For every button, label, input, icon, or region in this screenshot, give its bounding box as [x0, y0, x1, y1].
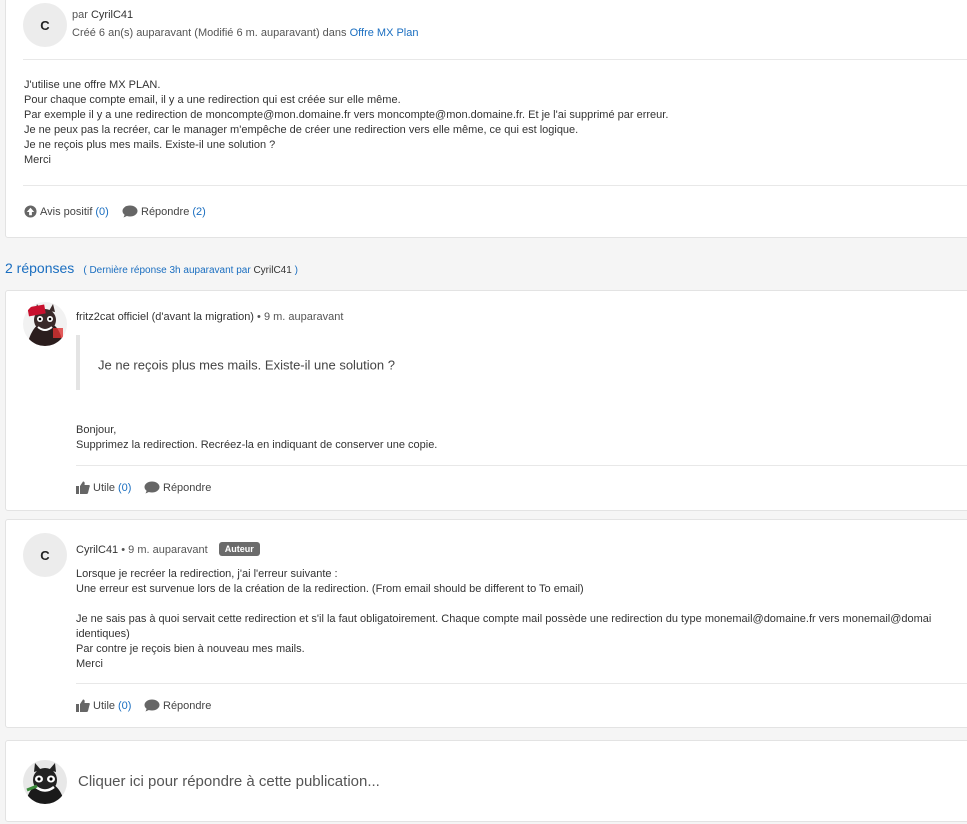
reply-button[interactable]: Répondre	[144, 699, 211, 712]
comment-icon	[144, 481, 160, 494]
last-reply-suffix: )	[294, 265, 298, 276]
avis-count[interactable]: (0)	[95, 206, 108, 218]
original-post-card: C par CyrilC41 Créé 6 an(s) auparavant (…	[5, 0, 967, 238]
reply-card: fritz2cat officiel (d'avant la migration…	[5, 290, 967, 511]
reply-byline: CyrilC41 • 9 m. auparavant Auteur	[76, 542, 260, 556]
replies-header: 2 réponses ( Dernière réponse 3h auparav…	[5, 260, 298, 276]
reply-button[interactable]: Répondre (2)	[122, 205, 206, 218]
replies-count: 2 réponses	[5, 260, 75, 276]
thumbs-up-icon	[76, 481, 90, 494]
last-reply-info: ( Dernière réponse 3h auparavant par Cyr…	[83, 265, 298, 276]
reply-label: Répondre	[163, 481, 212, 494]
created-text: Créé 6 an(s) auparavant (Modifié 6 m. au…	[72, 27, 347, 39]
useful-count[interactable]: (0)	[118, 700, 131, 712]
comment-icon	[122, 205, 138, 218]
quote-block: Je ne reçois plus mes mails. Existe-il u…	[76, 335, 967, 390]
reply-button[interactable]: Répondre	[144, 481, 211, 494]
author-badge: Auteur	[218, 542, 260, 556]
comment-icon	[144, 699, 160, 712]
reply-input[interactable]: Cliquer ici pour répondre à cette public…	[78, 773, 380, 790]
reply-count[interactable]: (2)	[192, 206, 205, 218]
reply-time: • 9 m. auparavant	[118, 544, 208, 556]
avis-positif-button[interactable]: Avis positif (0)	[24, 205, 109, 218]
quote-text: Je ne reçois plus mes mails. Existe-il u…	[98, 357, 395, 373]
fritz-cat-avatar-icon	[23, 302, 67, 346]
thumbs-up-icon	[76, 699, 90, 712]
useful-button[interactable]: Utile (0)	[76, 481, 131, 494]
reply-label: Répondre	[141, 205, 190, 218]
reply-body: Bonjour, Supprimez la redirection. Recré…	[76, 424, 438, 451]
arrow-up-circle-icon	[24, 205, 37, 218]
reply-box[interactable]: Cliquer ici pour répondre à cette public…	[5, 740, 967, 822]
useful-button[interactable]: Utile (0)	[76, 699, 131, 712]
post-byline: par CyrilC41	[72, 9, 133, 21]
divider	[23, 59, 967, 60]
divider	[76, 465, 967, 466]
reply-byline: fritz2cat officiel (d'avant la migration…	[76, 311, 343, 323]
post-body: J'utilise une offre MX PLAN. Pour chaque…	[24, 79, 669, 166]
reply-author-link[interactable]: fritz2cat officiel (d'avant la migration…	[76, 311, 254, 323]
post-author-link[interactable]: CyrilC41	[91, 9, 133, 21]
divider	[76, 683, 967, 684]
reply-body: Lorsque je recréer la redirection, j'ai …	[76, 568, 932, 670]
forum-link[interactable]: Offre MX Plan	[350, 27, 419, 39]
cat-avatar-icon	[23, 760, 67, 804]
reply-label: Répondre	[163, 699, 212, 712]
post-meta: Créé 6 an(s) auparavant (Modifié 6 m. au…	[72, 27, 419, 39]
last-reply-author[interactable]: CyrilC41	[253, 265, 291, 276]
divider	[23, 185, 967, 186]
avatar	[23, 760, 67, 804]
avatar[interactable]: C	[23, 533, 67, 577]
avatar[interactable]	[23, 302, 67, 346]
useful-label: Utile	[93, 699, 116, 712]
useful-label: Utile	[93, 481, 116, 494]
reply-time: • 9 m. auparavant	[253, 311, 344, 323]
by-prefix: par	[72, 9, 88, 21]
avatar[interactable]: C	[23, 3, 67, 47]
reply-card: C CyrilC41 • 9 m. auparavant Auteur Lors…	[5, 519, 967, 728]
last-reply-prefix: ( Dernière réponse 3h auparavant par	[83, 265, 251, 276]
avis-label: Avis positif	[40, 205, 93, 218]
reply-author-link[interactable]: CyrilC41	[76, 544, 118, 556]
useful-count[interactable]: (0)	[118, 482, 131, 494]
